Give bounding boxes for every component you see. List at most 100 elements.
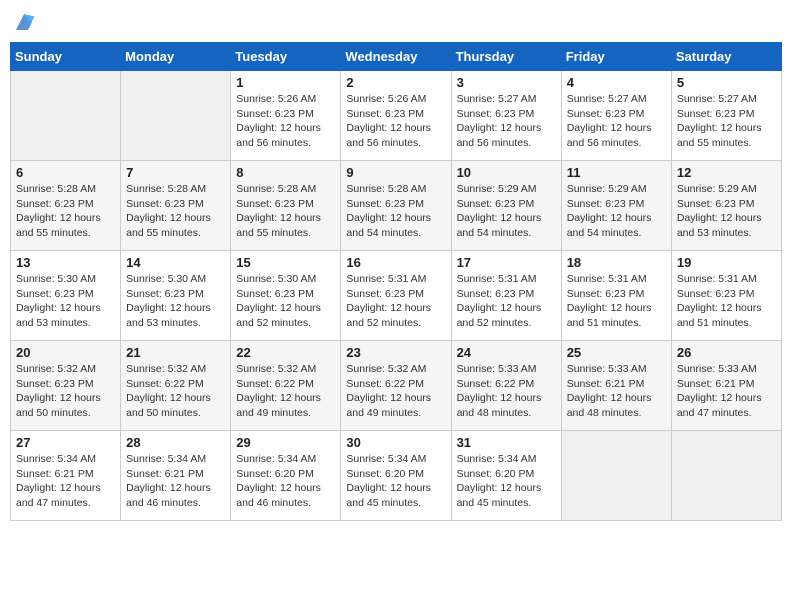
day-number: 26 (677, 345, 776, 360)
calendar-cell: 28 Sunrise: 5:34 AM Sunset: 6:21 PM Dayli… (121, 431, 231, 521)
day-number: 18 (567, 255, 666, 270)
day-info: Sunrise: 5:32 AM Sunset: 6:22 PM Dayligh… (236, 362, 335, 421)
week-row-1: 1 Sunrise: 5:26 AM Sunset: 6:23 PM Daylig… (11, 71, 782, 161)
calendar-cell: 6 Sunrise: 5:28 AM Sunset: 6:23 PM Daylig… (11, 161, 121, 251)
day-number: 10 (457, 165, 556, 180)
day-number: 13 (16, 255, 115, 270)
day-info: Sunrise: 5:34 AM Sunset: 6:20 PM Dayligh… (457, 452, 556, 511)
day-number: 19 (677, 255, 776, 270)
week-row-3: 13 Sunrise: 5:30 AM Sunset: 6:23 PM Dayli… (11, 251, 782, 341)
day-info: Sunrise: 5:31 AM Sunset: 6:23 PM Dayligh… (346, 272, 445, 331)
calendar-cell: 23Sunrise: 5:32 AM Sunset: 6:22 PM Dayli… (341, 341, 451, 431)
calendar-cell: 18Sunrise: 5:31 AM Sunset: 6:23 PM Dayli… (561, 251, 671, 341)
calendar-cell: 15 Sunrise: 5:30 AM Sunset: 6:23 PM Dayli… (231, 251, 341, 341)
day-number: 31 (457, 435, 556, 450)
day-number: 20 (16, 345, 115, 360)
day-info: Sunrise: 5:34 AM Sunset: 6:21 PM Dayligh… (126, 452, 225, 511)
day-info: Sunrise: 5:32 AM Sunset: 6:22 PM Dayligh… (126, 362, 225, 421)
day-info: Sunrise: 5:30 AM Sunset: 6:23 PM Dayligh… (16, 272, 115, 331)
day-info: Sunrise: 5:31 AM Sunset: 6:23 PM Dayligh… (677, 272, 776, 331)
day-info: Sunrise: 5:28 AM Sunset: 6:23 PM Dayligh… (236, 182, 335, 241)
day-number: 28 (126, 435, 225, 450)
day-info: Sunrise: 5:29 AM Sunset: 6:23 PM Dayligh… (677, 182, 776, 241)
calendar-cell: 24 Sunrise: 5:33 AM Sunset: 6:22 PM Dayli… (451, 341, 561, 431)
day-info: Sunrise: 5:26 AM Sunset: 6:23 PM Dayligh… (236, 92, 335, 151)
day-info: Sunrise: 5:33 AM Sunset: 6:22 PM Dayligh… (457, 362, 556, 421)
calendar-cell: 31 Sunrise: 5:34 AM Sunset: 6:20 PM Dayli… (451, 431, 561, 521)
calendar-cell: 2 Sunrise: 5:26 AM Sunset: 6:23 PM Daylig… (341, 71, 451, 161)
week-row-5: 27 Sunrise: 5:34 AM Sunset: 6:21 PM Dayli… (11, 431, 782, 521)
day-info: Sunrise: 5:27 AM Sunset: 6:23 PM Dayligh… (567, 92, 666, 151)
day-number: 16 (346, 255, 445, 270)
day-header-friday: Friday (561, 43, 671, 71)
day-number: 6 (16, 165, 115, 180)
day-info: Sunrise: 5:33 AM Sunset: 6:21 PM Dayligh… (677, 362, 776, 421)
calendar-cell: 19 Sunrise: 5:31 AM Sunset: 6:23 PM Dayli… (671, 251, 781, 341)
day-number: 3 (457, 75, 556, 90)
day-header-wednesday: Wednesday (341, 43, 451, 71)
week-row-2: 6 Sunrise: 5:28 AM Sunset: 6:23 PM Daylig… (11, 161, 782, 251)
day-info: Sunrise: 5:30 AM Sunset: 6:23 PM Dayligh… (126, 272, 225, 331)
day-info: Sunrise: 5:28 AM Sunset: 6:23 PM Dayligh… (16, 182, 115, 241)
day-number: 30 (346, 435, 445, 450)
day-info: Sunrise: 5:28 AM Sunset: 6:23 PM Dayligh… (346, 182, 445, 241)
day-number: 15 (236, 255, 335, 270)
day-number: 4 (567, 75, 666, 90)
page-header (10, 10, 782, 34)
day-number: 9 (346, 165, 445, 180)
day-header-thursday: Thursday (451, 43, 561, 71)
day-info: Sunrise: 5:29 AM Sunset: 6:23 PM Dayligh… (457, 182, 556, 241)
day-number: 29 (236, 435, 335, 450)
calendar-cell (11, 71, 121, 161)
day-number: 14 (126, 255, 225, 270)
calendar-cell: 7Sunrise: 5:28 AM Sunset: 6:23 PM Daylig… (121, 161, 231, 251)
calendar-cell: 10 Sunrise: 5:29 AM Sunset: 6:23 PM Dayli… (451, 161, 561, 251)
day-number: 5 (677, 75, 776, 90)
day-number: 23 (346, 345, 445, 360)
calendar-cell: 5Sunrise: 5:27 AM Sunset: 6:23 PM Daylig… (671, 71, 781, 161)
day-number: 11 (567, 165, 666, 180)
calendar-table: SundayMondayTuesdayWednesdayThursdayFrid… (10, 42, 782, 521)
calendar-cell: 14 Sunrise: 5:30 AM Sunset: 6:23 PM Dayli… (121, 251, 231, 341)
calendar-cell: 13 Sunrise: 5:30 AM Sunset: 6:23 PM Dayli… (11, 251, 121, 341)
day-info: Sunrise: 5:34 AM Sunset: 6:20 PM Dayligh… (236, 452, 335, 511)
week-row-4: 20 Sunrise: 5:32 AM Sunset: 6:23 PM Dayli… (11, 341, 782, 431)
day-header-tuesday: Tuesday (231, 43, 341, 71)
logo (10, 10, 36, 34)
day-number: 27 (16, 435, 115, 450)
calendar-cell: 16 Sunrise: 5:31 AM Sunset: 6:23 PM Dayli… (341, 251, 451, 341)
calendar-cell: 25 Sunrise: 5:33 AM Sunset: 6:21 PM Dayli… (561, 341, 671, 431)
day-header-saturday: Saturday (671, 43, 781, 71)
day-number: 12 (677, 165, 776, 180)
day-number: 24 (457, 345, 556, 360)
calendar-cell: 26 Sunrise: 5:33 AM Sunset: 6:21 PM Dayli… (671, 341, 781, 431)
day-info: Sunrise: 5:34 AM Sunset: 6:21 PM Dayligh… (16, 452, 115, 511)
calendar-cell: 29 Sunrise: 5:34 AM Sunset: 6:20 PM Dayli… (231, 431, 341, 521)
day-number: 2 (346, 75, 445, 90)
calendar-cell (561, 431, 671, 521)
calendar-cell: 17Sunrise: 5:31 AM Sunset: 6:23 PM Dayli… (451, 251, 561, 341)
day-info: Sunrise: 5:26 AM Sunset: 6:23 PM Dayligh… (346, 92, 445, 151)
day-info: Sunrise: 5:30 AM Sunset: 6:23 PM Dayligh… (236, 272, 335, 331)
logo-icon (12, 10, 36, 34)
day-number: 25 (567, 345, 666, 360)
calendar-cell: 30Sunrise: 5:34 AM Sunset: 6:20 PM Dayli… (341, 431, 451, 521)
calendar-cell: 8 Sunrise: 5:28 AM Sunset: 6:23 PM Daylig… (231, 161, 341, 251)
calendar-cell: 4 Sunrise: 5:27 AM Sunset: 6:23 PM Daylig… (561, 71, 671, 161)
calendar-cell (671, 431, 781, 521)
calendar-cell: 22 Sunrise: 5:32 AM Sunset: 6:22 PM Dayli… (231, 341, 341, 431)
calendar-cell: 20 Sunrise: 5:32 AM Sunset: 6:23 PM Dayli… (11, 341, 121, 431)
day-info: Sunrise: 5:32 AM Sunset: 6:23 PM Dayligh… (16, 362, 115, 421)
day-info: Sunrise: 5:33 AM Sunset: 6:21 PM Dayligh… (567, 362, 666, 421)
day-info: Sunrise: 5:29 AM Sunset: 6:23 PM Dayligh… (567, 182, 666, 241)
day-header-sunday: Sunday (11, 43, 121, 71)
day-number: 17 (457, 255, 556, 270)
day-header-monday: Monday (121, 43, 231, 71)
day-number: 1 (236, 75, 335, 90)
calendar-cell: 3Sunrise: 5:27 AM Sunset: 6:23 PM Daylig… (451, 71, 561, 161)
day-number: 8 (236, 165, 335, 180)
calendar-cell (121, 71, 231, 161)
day-number: 22 (236, 345, 335, 360)
calendar-cell: 11 Sunrise: 5:29 AM Sunset: 6:23 PM Dayli… (561, 161, 671, 251)
calendar-cell: 1 Sunrise: 5:26 AM Sunset: 6:23 PM Daylig… (231, 71, 341, 161)
